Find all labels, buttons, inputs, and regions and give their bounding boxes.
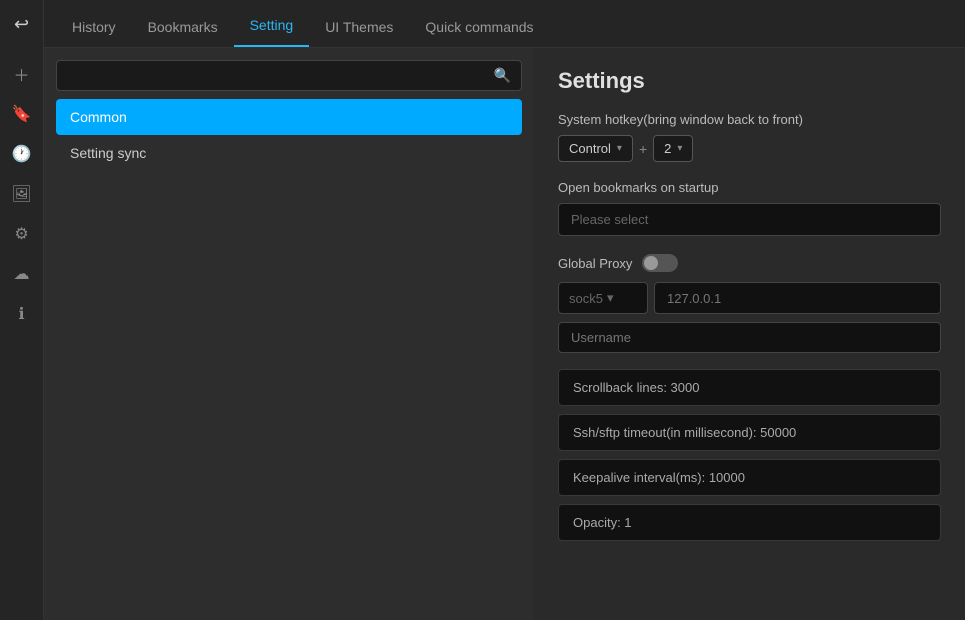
proxy-type-row: sock5 ▾ [558,282,941,314]
info-icon[interactable]: ℹ [4,296,40,332]
proxy-type-select[interactable]: sock5 ▾ [558,282,648,314]
tab-ui-themes[interactable]: UI Themes [309,7,409,47]
image-icon[interactable]: 🖼 [4,176,40,212]
main-area: History Bookmarks Setting UI Themes Quic… [44,0,965,620]
list-item-setting-sync[interactable]: Setting sync [56,135,522,171]
tab-bookmarks[interactable]: Bookmarks [132,7,234,47]
plus-separator: + [639,141,647,157]
global-proxy-toggle[interactable] [642,254,678,272]
gear-icon[interactable]: ⚙ [4,216,40,252]
right-panel: Settings System hotkey(bring window back… [534,48,965,620]
hotkey-modifier-value: Control [569,141,611,156]
hotkey-modifier-select[interactable]: Control ▾ [558,135,633,162]
list-item-common[interactable]: Common [56,99,522,135]
timeout-row[interactable]: Ssh/sftp timeout(in millisecond): 50000 [558,414,941,451]
scrollback-row[interactable]: Scrollback lines: 3000 [558,369,941,406]
open-bookmarks-label: Open bookmarks on startup [558,180,941,195]
chevron-down-icon-2: ▾ [677,143,682,154]
proxy-type-value: sock5 [569,291,603,306]
search-icon[interactable]: 🔍 [494,67,511,84]
left-panel: 🔍 Common Setting sync [44,48,534,620]
search-input[interactable] [67,68,494,84]
hotkey-row: Control ▾ + 2 ▾ [558,135,941,162]
global-proxy-row: Global Proxy [558,254,941,272]
open-bookmarks-select[interactable]: Please select [558,203,941,236]
proxy-username-input[interactable] [558,322,941,353]
tab-history[interactable]: History [56,7,132,47]
hotkey-key-select[interactable]: 2 ▾ [653,135,693,162]
app-logo: ↩ [6,8,38,40]
tab-setting[interactable]: Setting [234,5,310,47]
bookmark-icon[interactable]: 🔖 [4,96,40,132]
proxy-host-input[interactable] [654,282,941,314]
chevron-down-icon-3: ▾ [607,290,614,306]
chevron-down-icon: ▾ [617,143,622,154]
search-bar: 🔍 [56,60,522,91]
keepalive-row[interactable]: Keepalive interval(ms): 10000 [558,459,941,496]
add-icon[interactable]: ＋ [4,56,40,92]
cloud-icon[interactable]: ☁ [4,256,40,292]
tab-quick-commands[interactable]: Quick commands [409,7,549,47]
global-proxy-label: Global Proxy [558,256,632,271]
tabbar: History Bookmarks Setting UI Themes Quic… [44,0,965,48]
system-hotkey-label: System hotkey(bring window back to front… [558,112,941,127]
opacity-row[interactable]: Opacity: 1 [558,504,941,541]
hotkey-key-value: 2 [664,141,671,156]
settings-title: Settings [558,68,941,94]
history-icon[interactable]: 🕐 [4,136,40,172]
sidebar: ↩ ＋ 🔖 🕐 🖼 ⚙ ☁ ℹ [0,0,44,620]
content-area: 🔍 Common Setting sync Settings System ho… [44,48,965,620]
